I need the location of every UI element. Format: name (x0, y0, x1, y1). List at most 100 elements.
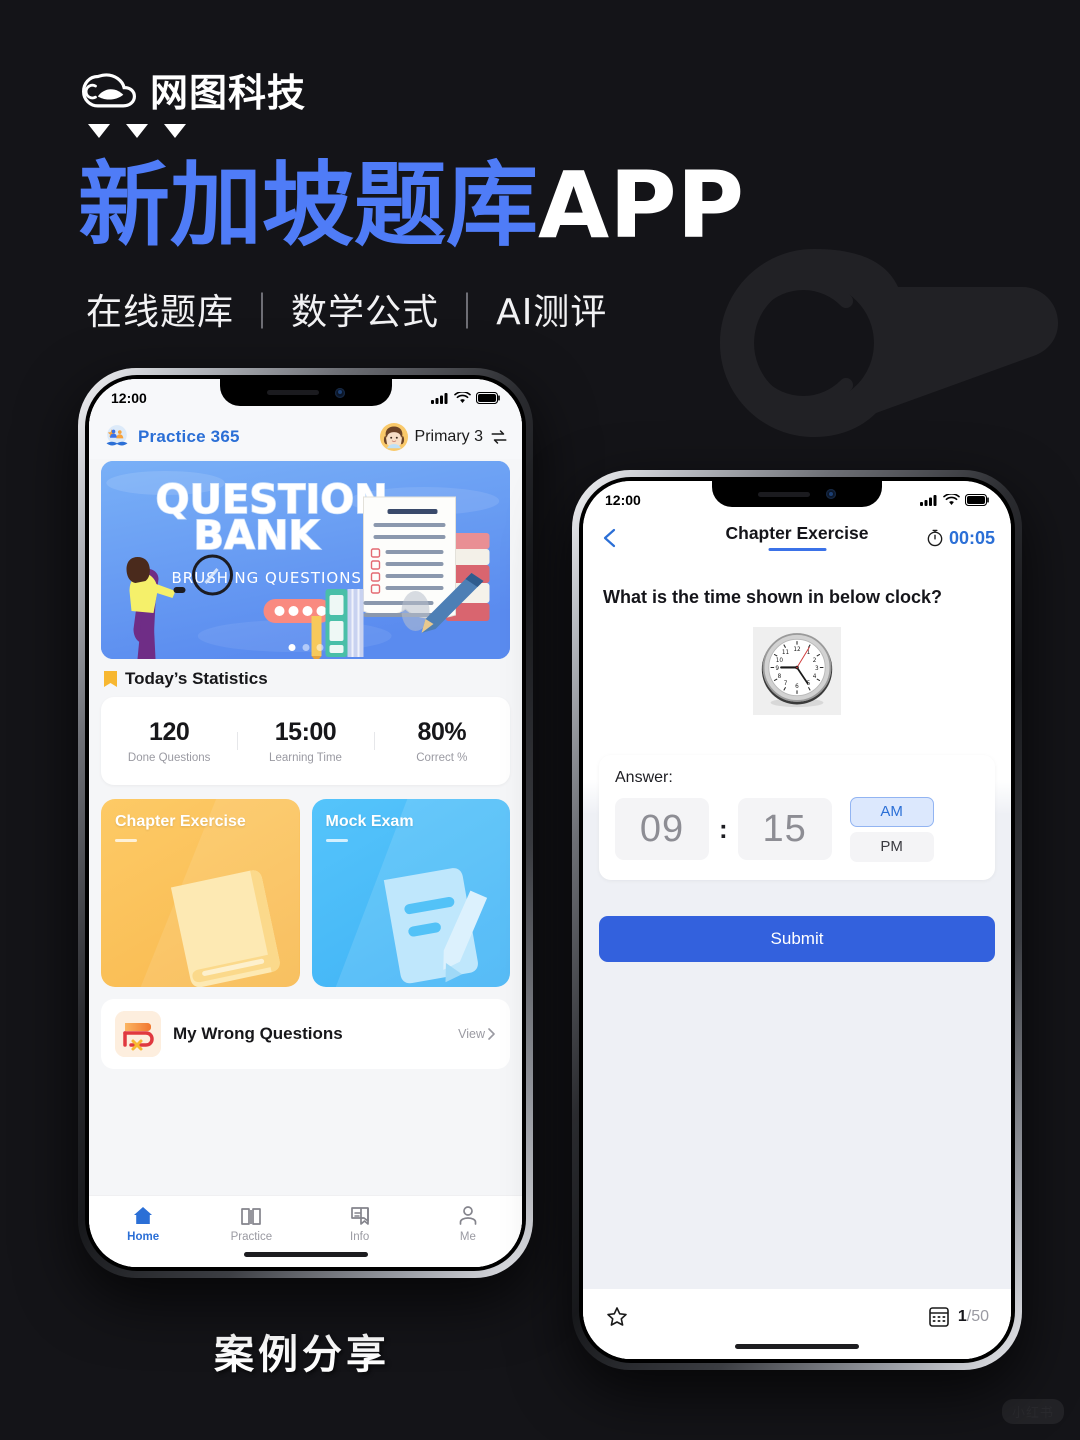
exercise-timer: 00:05 (926, 528, 995, 549)
svg-text:BANK: BANK (194, 513, 322, 559)
tile-label: Chapter Exercise (115, 813, 246, 830)
headline-primary: 新加坡题库 (78, 152, 539, 259)
status-time: 12:00 (605, 492, 641, 508)
svg-text:2: 2 (813, 658, 817, 664)
stat-label: Done Questions (127, 752, 211, 764)
exam-paper-pen-icon (383, 867, 488, 984)
tile-mock-exam[interactable]: Mock Exam (311, 799, 510, 987)
carousel-dot[interactable] (302, 644, 309, 651)
corner-watermark: 小红书 (1001, 1399, 1064, 1424)
question-grid-icon[interactable] (928, 1306, 950, 1328)
section-title-label: Today’s Statistics (125, 669, 268, 688)
earpiece-speaker (758, 491, 810, 497)
wifi-icon (454, 392, 471, 403)
cellular-bars-icon (431, 393, 448, 404)
tile-chapter-exercise[interactable]: Chapter Exercise (101, 799, 300, 987)
front-camera-icon (826, 489, 836, 499)
phone1-notch (219, 379, 392, 406)
headline-secondary: APP (538, 152, 745, 259)
carousel-dot[interactable] (288, 644, 295, 651)
wrong-questions-icon (115, 1011, 161, 1057)
tile-underline (325, 839, 348, 842)
question-text: What is the time shown in below clock? (603, 587, 943, 607)
swap-arrows-icon[interactable] (490, 428, 508, 446)
tab-me[interactable]: Me (414, 1204, 522, 1243)
tab-label: Practice (230, 1231, 273, 1243)
current-page: 1 (957, 1308, 967, 1325)
svg-text:3: 3 (815, 666, 819, 672)
triangle-down-icon (126, 124, 148, 138)
star-outline-icon[interactable] (605, 1305, 629, 1329)
home-icon (131, 1204, 155, 1228)
tab-practice[interactable]: Practice (197, 1204, 305, 1243)
svg-text:7: 7 (784, 681, 788, 687)
svg-text:9: 9 (775, 666, 779, 672)
wall-clock-icon: 12 1 2 3 4 5 6 7 8 9 10 11 (753, 626, 841, 715)
triangle-down-icon-row (88, 124, 186, 138)
person-icon (456, 1204, 480, 1228)
meridiem-selector: AM PM (849, 796, 934, 862)
question-pager[interactable]: 1/50 (928, 1306, 989, 1328)
phone2-screen: Chapter Exercise 00:05 What is the time … (583, 481, 1011, 1359)
practice-365-logo-icon (103, 423, 131, 451)
time-separator: : (719, 813, 728, 844)
status-time: 12:00 (111, 390, 147, 406)
triangle-down-icon (164, 124, 186, 138)
chevron-left-icon[interactable] (599, 527, 621, 549)
hour-input[interactable]: 09 (615, 798, 709, 861)
answer-label: Answer: (615, 768, 673, 786)
tab-home[interactable]: Home (89, 1204, 197, 1243)
poster-caption: 案例分享 (214, 1331, 390, 1378)
grade-selector[interactable]: Primary 3 (379, 423, 508, 451)
stat-value: 80% (417, 718, 467, 746)
exercise-title-wrap: Chapter Exercise (726, 523, 869, 551)
meridiem-option-am[interactable]: AM (849, 796, 934, 827)
statistics-section-title: Today’s Statistics (103, 669, 508, 689)
feature-tiles: Chapter Exercise Mock Exam (101, 799, 510, 987)
submit-button[interactable]: Submit (599, 915, 995, 962)
stat-correct-percent: 80% Correct % (373, 718, 510, 764)
tile-label: Mock Exam (325, 813, 414, 830)
carousel-dot[interactable] (316, 644, 323, 651)
earpiece-speaker (266, 390, 319, 395)
minute-input[interactable]: 15 (737, 798, 832, 861)
my-wrong-questions-row[interactable]: My Wrong Questions View (101, 999, 510, 1069)
view-link[interactable]: View (458, 1027, 496, 1041)
phone1-screen: Practice 365 Primary 3 QUESTION BANK BRU… (89, 379, 522, 1267)
svg-text:4: 4 (813, 674, 817, 680)
page-indicator: 1/50 (958, 1308, 989, 1326)
tile-underline (115, 839, 137, 842)
meridiem-option-pm[interactable]: PM (849, 831, 934, 862)
svg-text:8: 8 (778, 674, 782, 680)
brand-name: 网图科技 (150, 71, 307, 115)
app-name: Practice 365 (138, 427, 240, 446)
app-header: Practice 365 Primary 3 (89, 415, 522, 459)
cloud-logo-icon (82, 70, 136, 110)
app-brand: Practice 365 (103, 423, 240, 451)
phone2-notch (712, 481, 882, 507)
phone-mockup-home: Practice 365 Primary 3 QUESTION BANK BRU… (78, 368, 533, 1278)
tab-info[interactable]: Info (306, 1204, 414, 1243)
stat-label: Correct % (416, 752, 468, 764)
question-bank-banner[interactable]: QUESTION BANK BRUSHING QUESTIONS (101, 461, 510, 659)
tab-label: Me (459, 1231, 476, 1243)
stat-learning-time: 15:00 Learning Time (237, 718, 373, 764)
stat-label: Learning Time (269, 752, 342, 764)
open-book-icon (239, 1204, 263, 1228)
stat-value: 15:00 (274, 718, 337, 746)
home-indicator[interactable] (735, 1344, 859, 1349)
view-label: View (458, 1027, 485, 1041)
carousel-dots[interactable] (288, 644, 323, 651)
page-title: 新加坡题库APP (78, 157, 744, 255)
timer-value: 00:05 (948, 527, 995, 548)
subtitle-separator: ｜ (449, 292, 487, 333)
phone-mockup-exercise: Chapter Exercise 00:05 What is the time … (572, 470, 1022, 1370)
svg-text:BRUSHING QUESTIONS: BRUSHING QUESTIONS (172, 569, 362, 587)
subtitle-item-1: 数学公式 (291, 292, 440, 333)
home-indicator[interactable] (243, 1252, 368, 1257)
svg-text:11: 11 (782, 650, 790, 656)
page-title: Chapter Exercise (725, 523, 869, 543)
battery-icon (965, 494, 989, 506)
book-icon (103, 670, 118, 688)
cellular-bars-icon (920, 495, 937, 506)
